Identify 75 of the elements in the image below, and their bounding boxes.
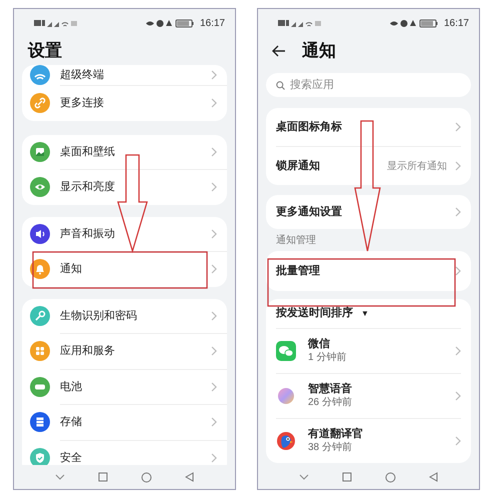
search-field[interactable]: 搜索应用 [266,73,471,97]
settings-item[interactable]: 桌面和壁纸 [22,134,227,169]
app-name: 微信 [308,338,331,352]
status-icons [146,18,196,28]
chevron-icon [211,382,217,392]
chevron-icon [211,346,217,356]
notification-time: 1 分钟前 [308,352,348,364]
chevron-icon [211,417,217,428]
settings-item[interactable]: 超级终端 [22,65,227,85]
app-name: 智慧语音 [308,383,353,396]
section-label: 通知管理 [276,235,316,246]
chevron-icon [455,391,461,401]
settings-item[interactable]: 声音和振动 [22,216,227,251]
notification-time: 26 分钟前 [308,396,353,409]
gradient-orb-icon [276,386,296,406]
chevron-icon [455,207,461,217]
status-icons [34,18,78,28]
home-icon[interactable] [140,472,152,482]
status-time: 16:17 [200,16,225,30]
chevron-icon [455,436,461,446]
key-icon [30,306,50,326]
app-notification-row[interactable]: 有道翻译官 38 分钟前 [266,419,471,463]
page-title: 通知 [302,40,336,62]
status-icons [278,18,322,28]
speaker-icon [30,224,50,244]
app-notification-row[interactable]: 智慧语音 26 分钟前 [266,374,471,418]
battery-icon [30,376,50,397]
recents-icon[interactable] [342,472,352,482]
settings-item[interactable]: 更多连接 [22,86,227,120]
chevron-icon [211,182,217,192]
chevron-icon [211,310,217,321]
status-time: 16:17 [444,16,469,30]
chevron-icon [211,452,217,463]
eye-icon [30,177,50,198]
parrot-icon [276,431,296,451]
settings-item[interactable]: 批量管理 [266,251,471,291]
status-icons [390,18,440,28]
page-title: 设置 [28,40,62,62]
chevron-icon [211,228,217,239]
settings-item[interactable]: 显示和亮度 [22,170,227,204]
back-icon[interactable] [184,472,194,482]
chevron-icon [455,346,461,356]
back-icon[interactable] [428,472,438,482]
settings-item[interactable]: 更多通知设置 [266,195,471,229]
settings-item[interactable]: 应用和服务 [22,334,227,368]
settings-item[interactable]: 桌面图标角标 [266,108,471,146]
chevron-icon [455,122,461,132]
caret-icon[interactable]: ▼ [361,308,369,320]
chevron-icon [455,266,461,276]
chevron-icon [455,161,461,171]
chat-bubbles-icon [276,341,296,361]
settings-item[interactable]: 存储 [22,405,227,440]
settings-item[interactable]: 锁屏通知 显示所有通知 [266,147,471,185]
back-arrow-icon[interactable] [272,45,286,57]
storage-icon [30,412,50,432]
settings-item[interactable]: 通知 [22,252,227,286]
recents-icon[interactable] [98,472,108,482]
grid-icon [30,341,50,362]
bell-icon [30,259,50,280]
notification-time: 38 分钟前 [308,442,353,454]
chevron-icon [211,146,217,157]
chevron-icon [211,70,217,80]
down-icon[interactable] [54,474,64,480]
home-icon[interactable] [384,472,396,482]
image-icon [30,142,50,162]
app-notification-row[interactable]: 微信 1 分钟前 [266,329,471,373]
setting-value: 显示所有通知 [387,160,447,174]
settings-item[interactable]: 电池 [22,370,227,404]
sort-dropdown[interactable]: 按发送时间排序 [276,305,353,322]
down-icon[interactable] [298,474,308,480]
chevron-icon [211,98,217,108]
chevron-icon [211,264,217,274]
settings-item[interactable]: 生物识别和密码 [22,298,227,333]
link-icon [30,93,50,114]
app-name: 有道翻译官 [308,428,364,442]
